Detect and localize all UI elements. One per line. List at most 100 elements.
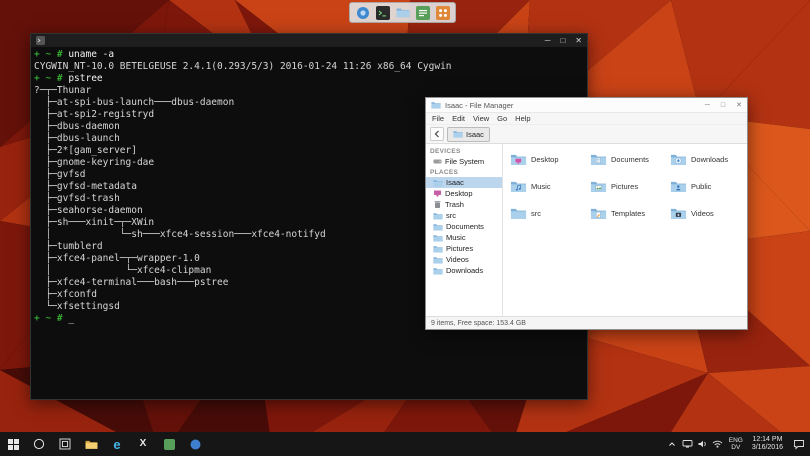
sidebar-item-documents[interactable]: Documents: [426, 221, 502, 232]
folder-item-src[interactable]: src: [505, 204, 585, 222]
file-manager-app-icon: [431, 96, 441, 114]
sidebar-item-isaac[interactable]: Isaac: [426, 177, 502, 188]
sidebar-item-trash[interactable]: Trash: [426, 199, 502, 210]
terminal-line: CYGWIN_NT-10.0 BETELGEUSE 2.4.1(0.293/5/…: [34, 61, 584, 73]
sidebar-item-file-system[interactable]: File System: [426, 156, 502, 167]
folder-item-public[interactable]: Public: [665, 177, 745, 195]
back-button[interactable]: [430, 127, 444, 141]
panel-files-icon[interactable]: [394, 4, 411, 21]
sidebar-item-label: Trash: [445, 200, 464, 209]
taskbar-search-button[interactable]: [26, 432, 52, 456]
terminal-maximize-button[interactable]: □: [560, 37, 565, 45]
sidebar-item-label: Pictures: [446, 244, 473, 253]
terminal-close-button[interactable]: ✕: [575, 37, 582, 45]
folder-label: Documents: [611, 155, 649, 164]
terminal-titlebar[interactable]: ─ □ ✕: [31, 34, 587, 47]
top-panel: [349, 2, 456, 23]
folder-label: Music: [531, 182, 551, 191]
menu-go[interactable]: Go: [494, 114, 510, 123]
menu-view[interactable]: View: [470, 114, 492, 123]
sidebar-item-label: Downloads: [446, 266, 483, 275]
folder-icon: [433, 212, 443, 220]
taskbar-task-view-button[interactable]: [52, 432, 78, 456]
folder-item-documents[interactable]: Documents: [585, 150, 665, 168]
taskbar-x-server-button[interactable]: X: [130, 432, 156, 456]
menu-file[interactable]: File: [429, 114, 447, 123]
file-manager-window: Isaac - File Manager ─ □ ✕ FileEditViewG…: [425, 97, 748, 330]
desktop-icon: [433, 189, 442, 198]
clock-time: 12:14 PM: [752, 436, 783, 444]
folder-icon: [453, 125, 463, 143]
language-line1: ENG: [729, 437, 743, 444]
folder-item-pictures[interactable]: Pictures: [585, 177, 665, 195]
taskbar-pinned-green-button[interactable]: [156, 432, 182, 456]
tray-volume-icon[interactable]: [695, 432, 710, 456]
fm-minimize-button[interactable]: ─: [705, 102, 710, 109]
terminal-line: + ~ # uname -a: [34, 49, 584, 61]
taskbar-start-button[interactable]: [0, 432, 26, 456]
panel-editor-icon[interactable]: [414, 4, 431, 21]
system-tray: [665, 432, 725, 456]
terminal-window-controls: ─ □ ✕: [545, 37, 582, 45]
folder-icon: [670, 180, 687, 193]
path-label: Isaac: [466, 130, 484, 139]
taskbar-file-explorer-button[interactable]: [78, 432, 104, 456]
action-center-button[interactable]: [788, 432, 810, 456]
folder-item-downloads[interactable]: Downloads: [665, 150, 745, 168]
folder-icon: [433, 267, 443, 275]
sidebar-item-label: Isaac: [446, 178, 464, 187]
fm-close-button[interactable]: ✕: [736, 102, 742, 109]
panel-browser-icon[interactable]: [354, 4, 371, 21]
sidebar-item-label: Documents: [446, 222, 484, 231]
file-manager-menubar: FileEditViewGoHelp: [426, 113, 747, 125]
folder-item-desktop[interactable]: Desktop: [505, 150, 585, 168]
sidebar-item-label: Videos: [446, 255, 469, 264]
folder-label: Desktop: [531, 155, 559, 164]
file-manager-body: DEVICES File System PLACES IsaacDesktopT…: [426, 144, 747, 316]
language-indicator[interactable]: ENG DV: [725, 437, 747, 452]
sidebar-item-videos[interactable]: Videos: [426, 254, 502, 265]
tray-hidden-icons-icon[interactable]: [665, 432, 680, 456]
taskbar-pinned-blue-button[interactable]: [182, 432, 208, 456]
sidebar-item-music[interactable]: Music: [426, 232, 502, 243]
folder-item-music[interactable]: Music: [505, 177, 585, 195]
path-button[interactable]: Isaac: [447, 127, 490, 142]
places-group-label: PLACES: [426, 167, 502, 177]
folder-label: Videos: [691, 209, 714, 218]
sidebar-item-desktop[interactable]: Desktop: [426, 188, 502, 199]
taskbar-clock[interactable]: 12:14 PM 3/16/2016: [747, 436, 788, 453]
folder-item-videos[interactable]: Videos: [665, 204, 745, 222]
devices-list: File System: [426, 156, 502, 167]
terminal-minimize-button[interactable]: ─: [545, 37, 551, 45]
desktop: ─ □ ✕ + ~ # uname -aCYGWIN_NT-10.0 BETEL…: [0, 0, 810, 456]
folder-icon: [590, 153, 607, 166]
tray-display-icon[interactable]: [680, 432, 695, 456]
sidebar-item-downloads[interactable]: Downloads: [426, 265, 502, 276]
menu-edit[interactable]: Edit: [449, 114, 468, 123]
fm-maximize-button[interactable]: □: [721, 102, 725, 109]
menu-help[interactable]: Help: [512, 114, 533, 123]
sidebar-item-pictures[interactable]: Pictures: [426, 243, 502, 254]
taskbar-edge-button[interactable]: e: [104, 432, 130, 456]
window-title: Isaac - File Manager: [445, 101, 513, 110]
sidebar-item-label: Desktop: [445, 189, 473, 198]
panel-launcher-icon[interactable]: [434, 4, 451, 21]
file-manager-file-grid: Desktop Documents Downloads Music PicturesPu…: [503, 144, 747, 316]
folder-label: Downloads: [691, 155, 728, 164]
terminal-line: + ~ # pstree: [34, 73, 584, 85]
folder-label: src: [531, 209, 541, 218]
sidebar-item-src[interactable]: src: [426, 210, 502, 221]
sidebar-item-label: Music: [446, 233, 466, 242]
file-manager-toolbar: Isaac: [426, 125, 747, 144]
taskbar: eX ENG DV 12:14 PM 3/16/2016: [0, 432, 810, 456]
folder-icon: [433, 245, 443, 253]
panel-terminal-icon[interactable]: [374, 4, 391, 21]
folder-icon: [590, 207, 607, 220]
language-line2: DV: [729, 444, 743, 451]
folder-icon: [590, 180, 607, 193]
folder-icon: [670, 153, 687, 166]
file-manager-titlebar[interactable]: Isaac - File Manager ─ □ ✕: [426, 98, 747, 113]
folder-icon: [510, 153, 527, 166]
tray-network-icon[interactable]: [710, 432, 725, 456]
folder-item-templates[interactable]: Templates: [585, 204, 665, 222]
